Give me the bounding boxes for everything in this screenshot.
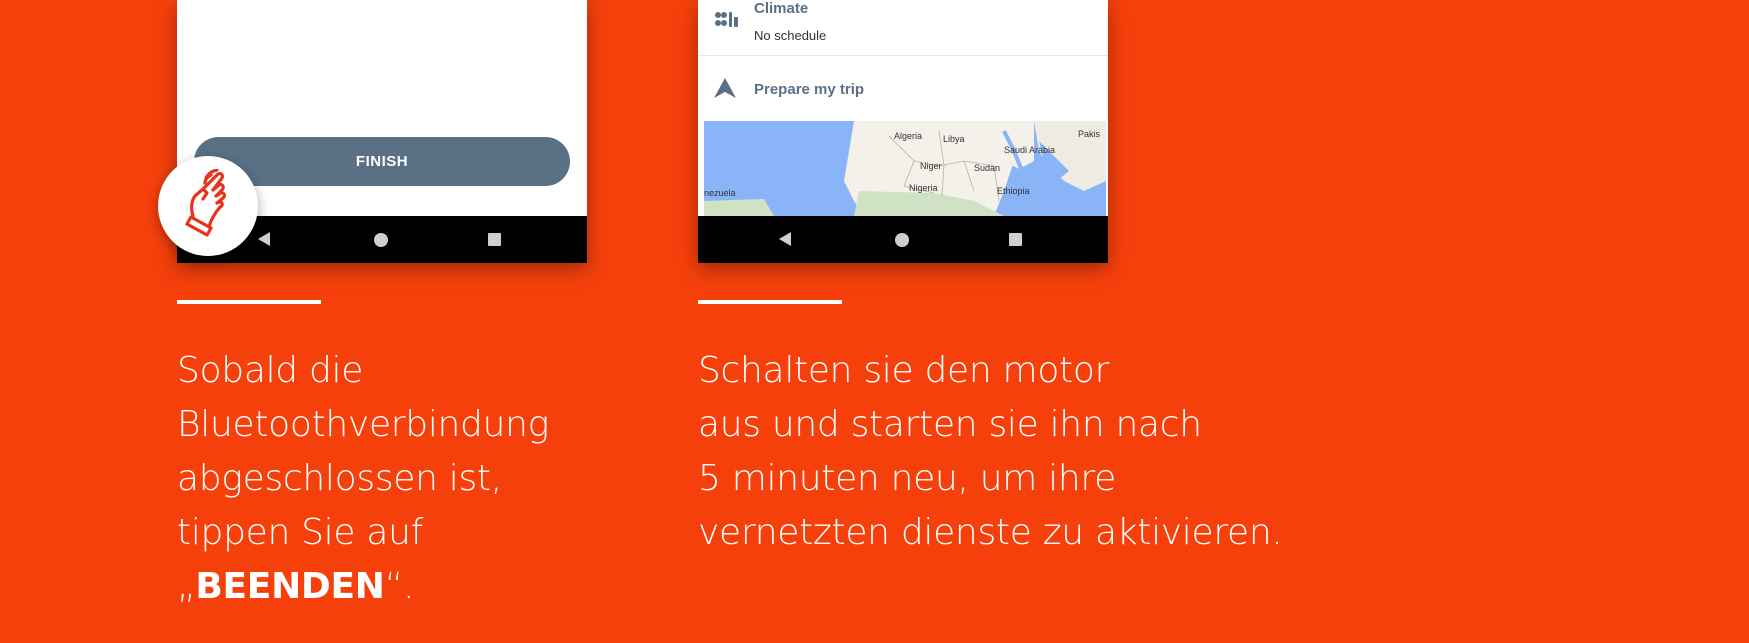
map-label-saudi-arabia: Saudi Arabia bbox=[1004, 145, 1056, 155]
caption-line: tippen Sie auf bbox=[177, 512, 424, 553]
caption-line: 5 minuten neu, um ihre bbox=[698, 458, 1116, 499]
caption-line: aus und starten sie ihn nach bbox=[698, 404, 1202, 445]
android-nav-bar bbox=[698, 216, 1108, 263]
beenden-emphasis: BEENDEN bbox=[195, 566, 385, 607]
map-view[interactable]: Algeria Libya Saudi Arabia Pakis Niger S… bbox=[704, 121, 1106, 216]
map-label-pakis: Pakis bbox=[1078, 129, 1101, 139]
prepare-trip-label: Prepare my trip bbox=[754, 81, 865, 98]
caption-left: Sobald die Bluetoothverbindung abgeschlo… bbox=[177, 344, 597, 614]
tap-hint-badge bbox=[158, 156, 258, 256]
map-label-sudan: Sudan bbox=[974, 163, 1001, 173]
caption-line: Sobald die bbox=[177, 350, 364, 391]
climate-title: Climate bbox=[754, 0, 809, 17]
caption-divider bbox=[698, 300, 842, 304]
pointing-hand-icon bbox=[177, 168, 239, 243]
back-triangle-icon[interactable] bbox=[258, 232, 270, 246]
recent-square-icon[interactable] bbox=[1009, 233, 1022, 246]
caption-right: Schalten sie den motor aus und starten s… bbox=[698, 344, 1358, 560]
recent-square-icon[interactable] bbox=[488, 233, 501, 246]
caption-line-beenden: „BEENDEN“. bbox=[177, 560, 597, 614]
map-label-nigeria: Nigeria bbox=[909, 183, 938, 193]
home-circle-icon[interactable] bbox=[895, 233, 909, 247]
caption-line: vernetzten dienste zu aktivieren. bbox=[698, 512, 1283, 553]
back-triangle-icon[interactable] bbox=[779, 232, 791, 246]
climate-subtitle: No schedule bbox=[754, 28, 827, 43]
map-label-venezuela: nezuela bbox=[704, 188, 736, 198]
navigation-arrow-icon bbox=[714, 78, 736, 102]
phone-screen-services: Climate No schedule Prepare my trip Alge… bbox=[698, 0, 1108, 263]
climate-row[interactable]: Climate No schedule bbox=[698, 0, 1108, 56]
home-circle-icon[interactable] bbox=[374, 233, 388, 247]
caption-line: Schalten sie den motor bbox=[698, 350, 1110, 391]
climate-fan-icon bbox=[713, 9, 739, 35]
map-label-libya: Libya bbox=[943, 134, 965, 144]
caption-divider bbox=[177, 300, 321, 304]
caption-line: Bluetoothverbindung bbox=[177, 404, 549, 445]
map-label-niger: Niger bbox=[920, 161, 942, 171]
map-label-algeria: Algeria bbox=[894, 131, 923, 141]
close-quote: “. bbox=[384, 566, 415, 607]
caption-line: abgeschlossen ist, bbox=[177, 458, 502, 499]
map-label-ethiopia: Ethiopia bbox=[997, 186, 1030, 196]
open-quote: „ bbox=[177, 566, 196, 607]
prepare-trip-row[interactable]: Prepare my trip bbox=[698, 56, 1108, 120]
